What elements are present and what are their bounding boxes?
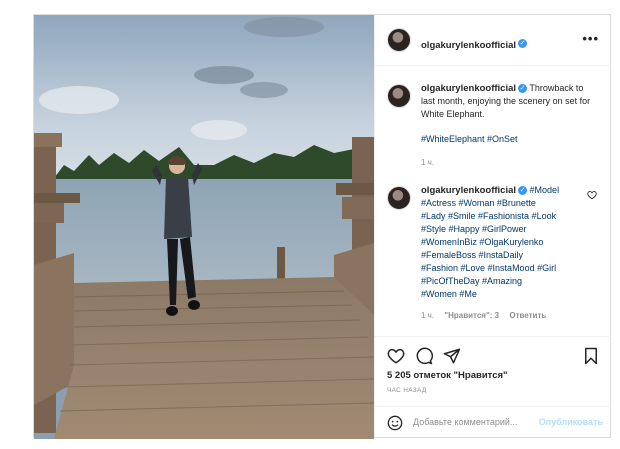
comment-item: olgakurylenkoofficial ✓ #Model #Actress #…: [387, 184, 597, 336]
caption-tags[interactable]: #WhiteElephant #OnSet: [421, 133, 591, 146]
caption-avatar[interactable]: [387, 84, 411, 108]
post-photo-image: [34, 15, 374, 439]
comment-time[interactable]: 1 ч.: [421, 311, 434, 320]
comment-line[interactable]: #FemaleBoss #InstaDaily: [421, 249, 591, 262]
post-actions: 5 205 отметок "Нравится" ЧАС НАЗАД: [375, 336, 611, 407]
comment-avatar[interactable]: [387, 186, 411, 210]
avatar[interactable]: [387, 28, 411, 52]
comment-line[interactable]: #Style #Happy #GirlPower: [421, 223, 591, 236]
comment-body: olgakurylenkoofficial ✓ #Model #Actress #…: [421, 184, 591, 322]
comment-line[interactable]: #WomenInBiz #OlgaKurylenko: [421, 236, 591, 249]
instagram-post: olgakurylenkoofficial ✓ ••• olgakurylenko…: [33, 14, 611, 439]
likes-count[interactable]: 5 205 отметок "Нравится": [387, 370, 508, 381]
comment-line[interactable]: #Lady #Smile #Fashionista #Look: [421, 210, 591, 223]
verified-icon: ✓: [518, 39, 528, 49]
comment-line[interactable]: #PicOfTheDay #Amazing: [421, 275, 591, 288]
add-comment-input[interactable]: Добавьте комментарий...: [413, 417, 517, 427]
post-side-panel: olgakurylenkoofficial ✓ ••• olgakurylenko…: [374, 15, 611, 437]
comment-line[interactable]: #Model: [530, 185, 560, 195]
verified-icon: ✓: [518, 186, 528, 196]
publish-button[interactable]: Опубликовать: [539, 417, 603, 427]
more-icon[interactable]: •••: [582, 31, 599, 46]
post-header: olgakurylenkoofficial ✓ •••: [375, 15, 611, 66]
comments-list: olgakurylenkoofficial ✓ Throwback to last…: [375, 66, 611, 336]
comment-likes[interactable]: "Нравится": 3: [444, 311, 499, 320]
share-icon[interactable]: [443, 347, 461, 365]
caption-body: olgakurylenkoofficial ✓ Throwback to last…: [421, 82, 591, 169]
post-timestamp[interactable]: ЧАС НАЗАД: [387, 387, 427, 394]
caption-username[interactable]: olgakurylenkoofficial: [421, 83, 516, 94]
reply-button[interactable]: Ответить: [509, 311, 546, 320]
comment-line[interactable]: #Actress #Woman #Brunette: [421, 197, 591, 210]
comment-meta: 1 ч. "Нравится": 3 Ответить: [421, 309, 591, 322]
comment-line[interactable]: #Fashion #Love #InstaMood #Girl: [421, 262, 591, 275]
verified-icon: ✓: [518, 84, 528, 94]
emoji-icon[interactable]: [387, 415, 403, 431]
comment-username[interactable]: olgakurylenkoofficial: [421, 185, 516, 196]
bookmark-icon[interactable]: [583, 347, 599, 365]
heart-icon[interactable]: [387, 347, 405, 365]
add-comment-bar: Добавьте комментарий... Опубликовать: [375, 406, 611, 438]
header-username[interactable]: olgakurylenkoofficial: [421, 40, 516, 51]
comment-heart-icon[interactable]: [587, 190, 597, 200]
caption-time[interactable]: 1 ч.: [421, 156, 591, 169]
caption-item: olgakurylenkoofficial ✓ Throwback to last…: [387, 83, 597, 167]
post-photo[interactable]: [34, 15, 374, 439]
comment-icon[interactable]: [415, 347, 433, 365]
header-user: olgakurylenkoofficial ✓: [421, 35, 528, 53]
comment-line[interactable]: #Women #Me: [421, 288, 591, 301]
